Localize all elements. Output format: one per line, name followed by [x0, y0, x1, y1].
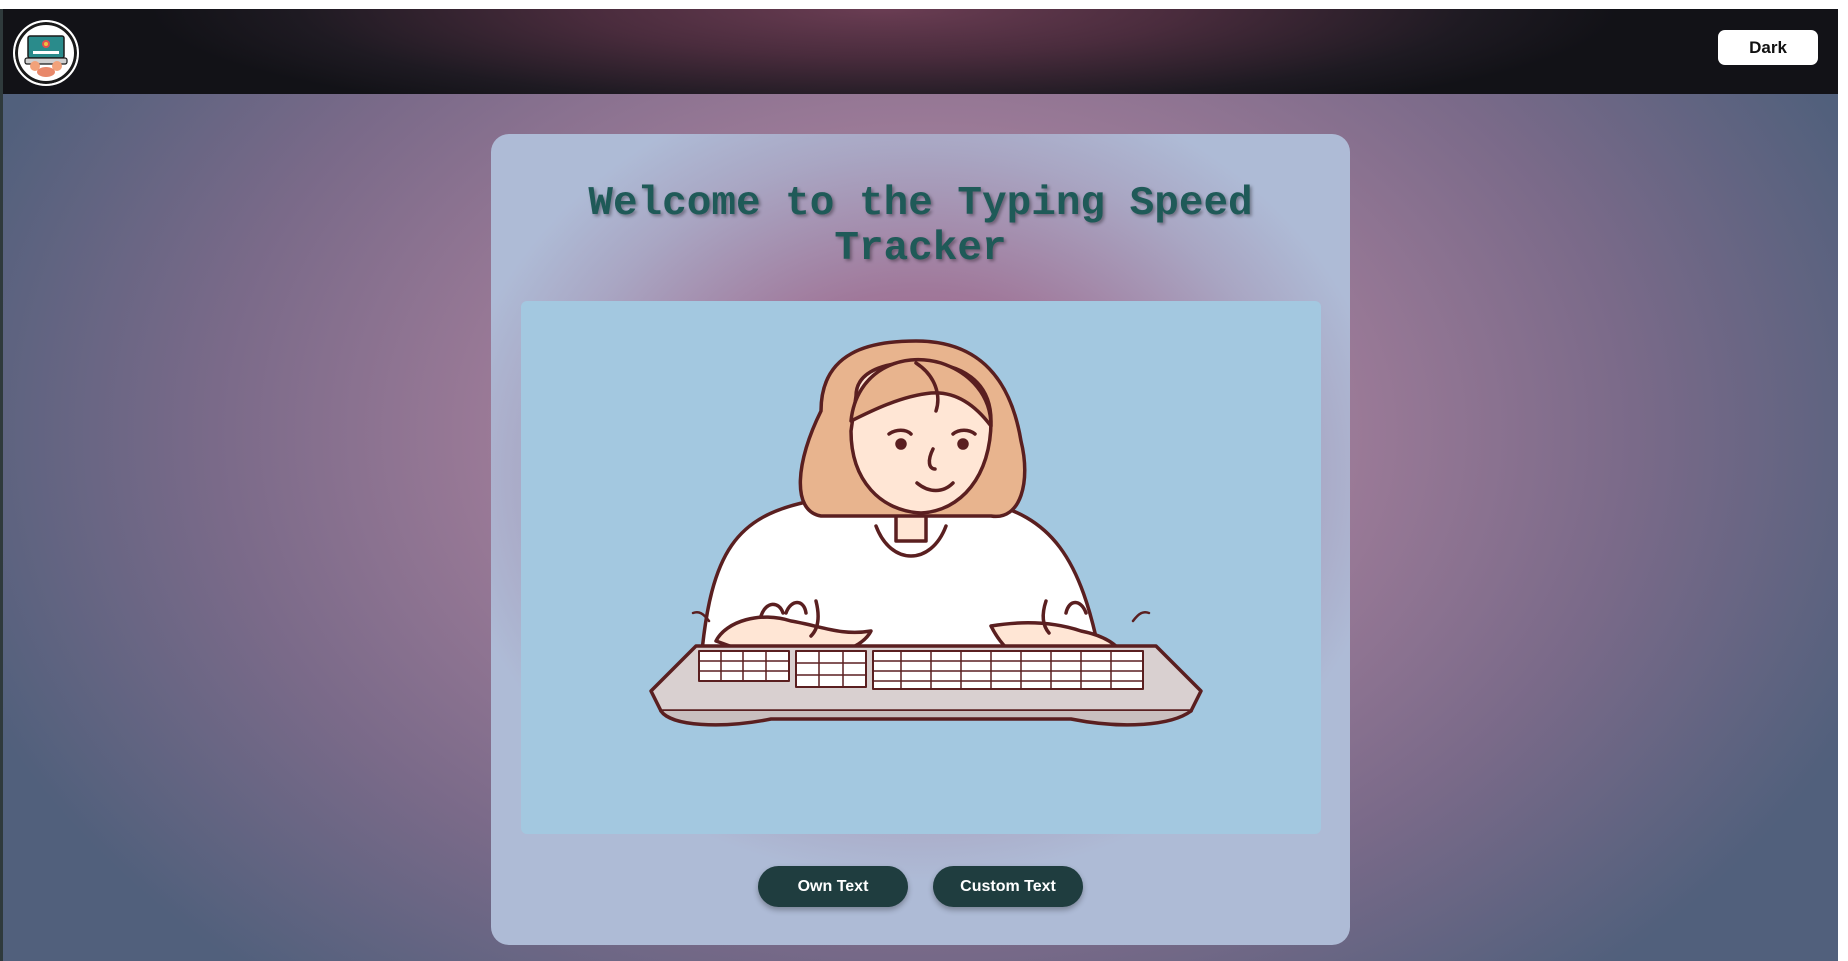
browser-top-strip — [0, 0, 1848, 9]
laptop-logo-icon — [16, 23, 76, 83]
custom-text-button[interactable]: Custom Text — [933, 866, 1083, 907]
theme-toggle-button[interactable]: Dark — [1718, 30, 1818, 65]
welcome-card: Welcome to the Typing Speed Tracker Own … — [491, 134, 1350, 945]
own-text-button[interactable]: Own Text — [758, 866, 908, 907]
window-scrollbar-track — [1838, 0, 1848, 961]
hero-illustration — [521, 301, 1321, 834]
window-left-edge — [0, 9, 3, 961]
app-logo[interactable] — [13, 20, 79, 86]
person-typing-icon — [649, 339, 1203, 727]
navbar: Dark — [3, 9, 1838, 94]
page-title: Welcome to the Typing Speed Tracker — [588, 181, 1253, 272]
